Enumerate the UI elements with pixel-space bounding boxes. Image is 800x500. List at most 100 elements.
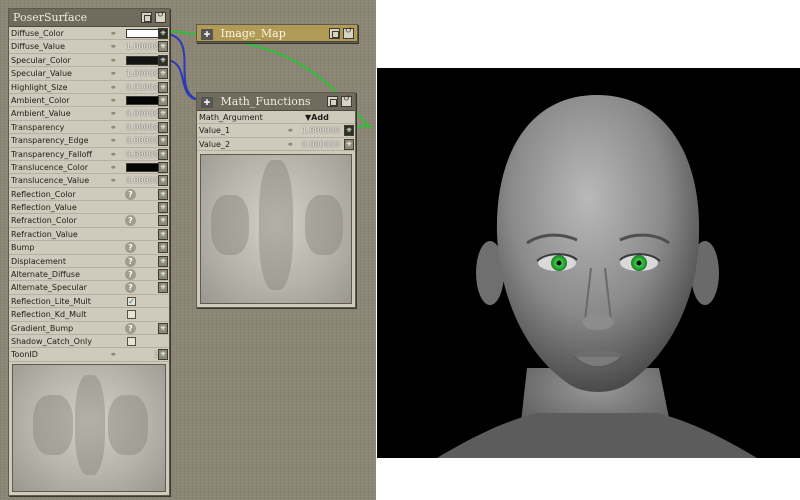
collapse-icon[interactable]: [327, 96, 338, 107]
connector-icon: ✚: [201, 29, 213, 40]
param-row-bump[interactable]: Bump? ⎈: [9, 241, 169, 255]
rendered-head: [437, 95, 757, 458]
param-row-ambient-value[interactable]: Ambient_Value ⚭ 0.000000 ⎈: [9, 107, 169, 121]
param-label: Specular_Color: [11, 55, 71, 65]
help-icon[interactable]: ?: [125, 188, 136, 200]
param-row-displacement[interactable]: Displacement? ⎈: [9, 255, 169, 269]
plug-connector-icon[interactable]: ⎈: [158, 255, 168, 267]
link-icon[interactable]: ⚭: [110, 54, 117, 67]
plug-connector-icon[interactable]: ⎈: [344, 138, 354, 150]
link-icon[interactable]: ⚭: [110, 148, 117, 161]
param-row-translucence-value[interactable]: Translucence_Value ⚭ 0.000000 ⎈: [9, 174, 169, 188]
plug-connector-icon[interactable]: ⎈: [158, 94, 168, 106]
help-icon[interactable]: ?: [125, 322, 136, 334]
param-label: Refraction_Color: [11, 216, 77, 226]
param-row-refraction-value[interactable]: Refraction_Value ⎈: [9, 228, 169, 242]
param-row-translucence-color[interactable]: Translucence_Color ⚭ ⎈: [9, 161, 169, 175]
link-icon[interactable]: ⚭: [110, 94, 117, 107]
param-row-specular-value[interactable]: Specular_Value ⚭ 1.000000 ⎈: [9, 67, 169, 81]
param-row-transparency[interactable]: Transparency ⚭ 0.000000 ⎈: [9, 121, 169, 135]
link-icon[interactable]: ⚭: [110, 174, 117, 187]
param-row-diffuse-color[interactable]: Diffuse_Color ⚭ ⎈: [9, 27, 169, 41]
param-row-reflection-value[interactable]: Reflection_Value ⎈: [9, 201, 169, 215]
left-pupil: [556, 260, 562, 266]
param-row-specular-color[interactable]: Specular_Color ⚭ ⎈: [9, 54, 169, 68]
plug-connector-icon[interactable]: ⎈: [158, 282, 168, 294]
param-row-transparency-edge[interactable]: Transparency_Edge ⚭ 0.000000 ⎈: [9, 134, 169, 148]
math-functions-title-bar[interactable]: ✚ Math_Functions: [197, 93, 355, 111]
math-row-value-2[interactable]: Value_2 ⚭ 0.000000 ⎈: [197, 138, 355, 152]
collapse-icon[interactable]: [329, 28, 340, 39]
plug-connector-icon[interactable]: ⎈: [158, 242, 168, 254]
param-row-diffuse-value[interactable]: Diffuse_Value ⚭ 1.000000 ⎈: [9, 40, 169, 54]
render-preview: [377, 68, 800, 458]
param-row-gradient-bump[interactable]: Gradient_Bump? ⎈: [9, 322, 169, 335]
checkbox[interactable]: ✓: [127, 296, 136, 306]
plug-connector-icon[interactable]: ⎈: [158, 135, 168, 147]
plug-connector-icon[interactable]: ⎈: [158, 81, 168, 93]
checkbox[interactable]: [127, 336, 136, 346]
plug-connector-icon[interactable]: ⎈: [158, 322, 168, 334]
link-icon[interactable]: ⚭: [110, 348, 117, 361]
param-row-ambient-color[interactable]: Ambient_Color ⚭ ⎈: [9, 94, 169, 108]
link-icon[interactable]: ⚭: [110, 134, 117, 147]
refresh-icon[interactable]: [343, 26, 354, 39]
link-icon[interactable]: ⚭: [110, 81, 117, 94]
collapse-icon[interactable]: [141, 12, 152, 23]
plug-connector-icon[interactable]: ⎈: [158, 269, 168, 281]
help-icon[interactable]: ?: [125, 215, 136, 227]
link-icon[interactable]: ⚭: [110, 40, 117, 53]
plug-connector-icon[interactable]: ⎈: [158, 175, 168, 187]
plug-connector-icon[interactable]: ⎈: [158, 121, 168, 133]
plug-connector-icon[interactable]: ⎈: [158, 41, 168, 53]
plug-connector-icon[interactable]: ⎈: [158, 202, 168, 214]
link-icon[interactable]: ⚭: [287, 124, 294, 137]
plug-connector-icon[interactable]: ⎈: [158, 215, 168, 227]
plug-connector-icon[interactable]: ⎈: [344, 125, 354, 137]
param-row-toonid[interactable]: ToonID⚭21⎈: [9, 348, 169, 362]
link-icon[interactable]: ⚭: [110, 161, 117, 174]
param-row-highlight-size[interactable]: Highlight_Size ⚭ 0.020000 ⎈: [9, 81, 169, 94]
param-row-alternate-diffuse[interactable]: Alternate_Diffuse? ⎈: [9, 268, 169, 282]
param-row-alternate-specular[interactable]: Alternate_Specular? ⎈: [9, 281, 169, 295]
math-row-value-1[interactable]: Value_1 ⚭ 1.000000 ⎈: [197, 124, 355, 138]
param-row-reflection-kd-mult[interactable]: Reflection_Kd_Mult: [9, 308, 169, 322]
link-icon[interactable]: ⚭: [287, 138, 294, 151]
param-label: Transparency_Edge: [11, 136, 89, 146]
help-icon[interactable]: ?: [125, 269, 136, 281]
plug-connector-icon[interactable]: ⎈: [158, 349, 168, 361]
refresh-icon[interactable]: [155, 10, 166, 23]
param-row-reflection-lite-mult[interactable]: Reflection_Lite_Mult ✓: [9, 295, 169, 309]
poser-surface-rows: Diffuse_Color ⚭ ⎈ Diffuse_Value ⚭ 1.000000 ⎈ Sp…: [9, 27, 169, 362]
plug-connector-icon[interactable]: ⎈: [158, 68, 168, 80]
param-row-shadow-catch-only[interactable]: Shadow_Catch_Only: [9, 335, 169, 349]
help-icon[interactable]: ?: [125, 242, 136, 254]
help-icon[interactable]: ?: [125, 255, 136, 267]
image-map-title-bar[interactable]: ✚ Image_Map: [197, 25, 357, 42]
math-functions-node[interactable]: ✚ Math_Functions Math_Argument ▼Add Valu…: [196, 92, 356, 308]
param-row-transparency-falloff[interactable]: Transparency_Falloff ⚭ 0.600000 ⎈: [9, 148, 169, 161]
param-value[interactable]: 1.000000: [298, 124, 340, 137]
link-icon[interactable]: ⚭: [110, 27, 117, 40]
poser-surface-title-bar[interactable]: PoserSurface: [9, 9, 169, 27]
plug-connector-icon[interactable]: ⎈: [158, 148, 168, 160]
param-row-refraction-color[interactable]: Refraction_Color? ⎈: [9, 214, 169, 228]
plug-connector-icon[interactable]: ⎈: [158, 228, 168, 240]
param-row-reflection-color[interactable]: Reflection_Color? ⎈: [9, 188, 169, 202]
link-icon[interactable]: ⚭: [110, 107, 117, 120]
help-icon[interactable]: ?: [125, 282, 136, 294]
plug-connector-icon[interactable]: ⎈: [158, 161, 168, 173]
link-icon[interactable]: ⚭: [110, 67, 117, 80]
refresh-icon[interactable]: [341, 94, 352, 107]
param-value[interactable]: 0.000000: [298, 138, 340, 151]
link-icon[interactable]: ⚭: [110, 121, 117, 134]
poser-surface-node[interactable]: PoserSurface Diffuse_Color ⚭ ⎈ Diffuse_Valu…: [8, 8, 170, 496]
plug-connector-icon[interactable]: ⎈: [158, 54, 168, 66]
param-label: Alternate_Diffuse: [11, 270, 80, 280]
plug-connector-icon[interactable]: ⎈: [158, 188, 168, 200]
checkbox[interactable]: [127, 310, 136, 320]
plug-connector-icon[interactable]: ⎈: [158, 108, 168, 120]
plug-connector-icon[interactable]: ⎈: [158, 28, 168, 39]
math-argument-dropdown[interactable]: ▼Add: [305, 111, 329, 124]
image-map-node[interactable]: ✚ Image_Map: [196, 24, 358, 43]
